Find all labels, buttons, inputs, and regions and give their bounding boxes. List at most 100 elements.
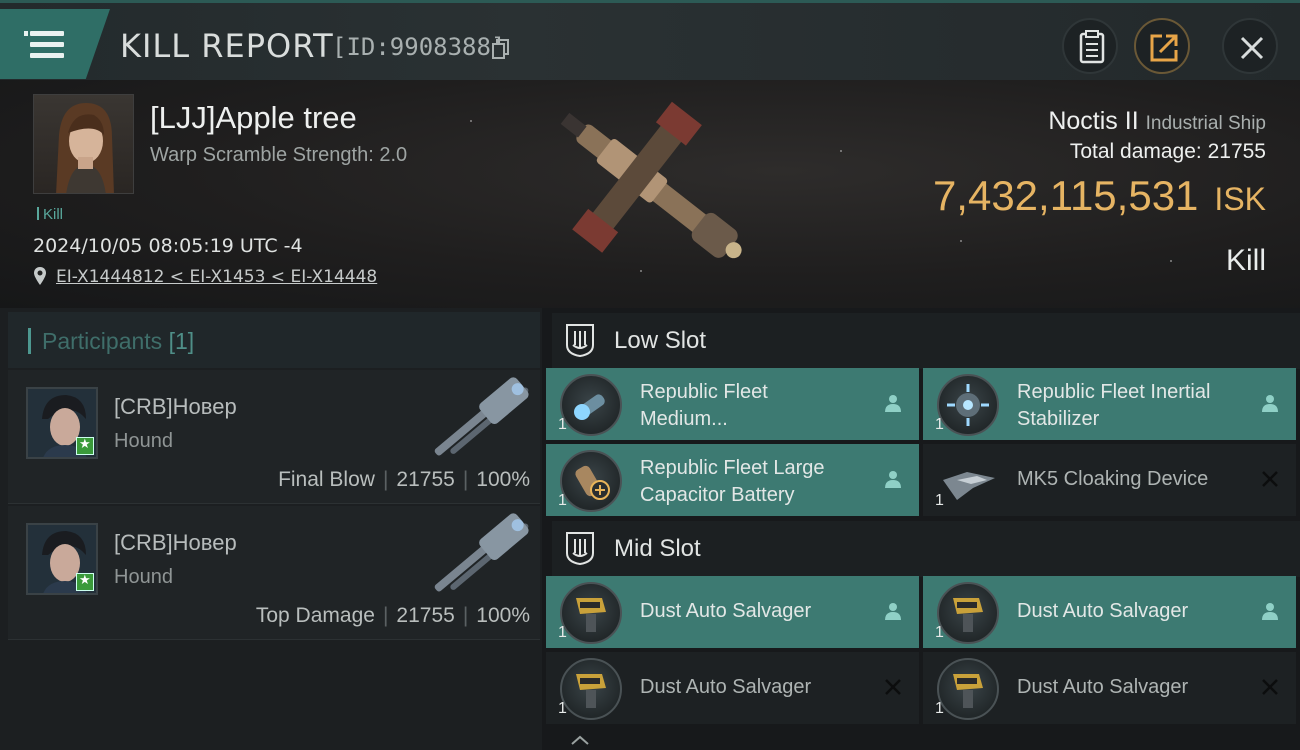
dropped-person-icon	[1262, 395, 1278, 412]
mid-slot-title: Mid Slot	[614, 535, 701, 562]
capacitor-battery-icon	[575, 465, 610, 500]
participant-name: [CRB]Новер	[114, 530, 237, 555]
low-slot-icon	[566, 324, 594, 357]
participants-panel: Participants [1] [CRB]Новер Hound Fi	[0, 308, 542, 750]
separator: |	[462, 468, 469, 491]
result-label: Kill	[1225, 244, 1266, 277]
victim-name: [LJJ]Apple tree	[150, 100, 357, 135]
module-icon	[560, 658, 622, 720]
menu-icon-bar	[30, 42, 64, 47]
participant-name: [CRB]Новер	[114, 394, 237, 419]
star	[470, 120, 472, 122]
menu-icon	[24, 31, 64, 36]
separator: |	[382, 604, 389, 627]
participant-role: Top Damage	[255, 604, 375, 627]
participant-row[interactable]: [CRB]Новер Hound Final Blow | 21755 | 100%	[8, 370, 540, 504]
ship-name: Noctis II Industrial Ship	[1048, 107, 1266, 136]
participant-damage: 21755	[396, 604, 455, 627]
isk-amount: 7,432,115,531	[932, 172, 1199, 219]
isk-value: 7,432,115,531 ISK	[933, 172, 1266, 220]
share-button[interactable]	[1134, 18, 1190, 74]
star	[840, 150, 842, 152]
module-quantity: 1	[935, 624, 944, 641]
module-name-line: Republic Fleet Large	[640, 457, 825, 479]
destroyed-x-icon	[885, 679, 901, 695]
salvager-icon	[953, 598, 983, 632]
damage-control-icon	[574, 394, 605, 420]
participant-role: Final Blow	[278, 468, 375, 491]
total-damage-label: Total damage:	[1069, 140, 1202, 163]
module-icon	[560, 374, 622, 436]
module-icon	[937, 374, 999, 436]
module-item[interactable]: 1 MK5 Cloaking Device	[923, 444, 1296, 516]
victim-avatar[interactable]	[33, 94, 134, 194]
module-item[interactable]: 1 Dust Auto Salvager	[923, 576, 1296, 648]
dropped-person-icon	[1262, 603, 1278, 620]
module-name: Republic Fleet Medium...	[640, 379, 870, 433]
copy-icon[interactable]	[492, 39, 510, 59]
module-item[interactable]: 1 Dust Auto Salvager	[923, 652, 1296, 724]
module-icon	[937, 658, 999, 720]
dropped-person-icon	[885, 395, 901, 412]
module-quantity: 1	[558, 416, 567, 433]
module-icon	[560, 450, 622, 512]
module-name-line: Republic Fleet	[640, 381, 768, 403]
chevron-up-icon[interactable]	[570, 734, 590, 746]
module-quantity: 1	[558, 624, 567, 641]
module-quantity: 1	[558, 492, 567, 509]
participant-ship: Hound	[114, 566, 173, 588]
menu-icon-bar	[30, 53, 64, 58]
module-name: Dust Auto Salvager	[1017, 676, 1189, 698]
kill-timestamp: 2024/10/05 08:05:19 UTC -4	[33, 235, 303, 257]
module-item[interactable]: 1 Dust Auto Salvager	[546, 652, 919, 724]
isk-unit: ISK	[1214, 181, 1266, 217]
star-badge-icon	[76, 437, 94, 455]
victim-panel: [LJJ]Apple tree Warp Scramble Strength: …	[0, 80, 1300, 308]
module-quantity: 1	[935, 492, 944, 509]
module-name-line: Stabilizer	[1017, 408, 1100, 430]
module-item[interactable]: 1 Republic Fleet Medium...	[546, 368, 919, 440]
module-name: Dust Auto Salvager	[640, 676, 812, 698]
destroyed-x-icon	[1262, 679, 1278, 695]
location-link[interactable]: EI-X1444812 < EI-X1453 < EI-X14448	[56, 267, 377, 287]
dropped-person-icon	[885, 603, 901, 620]
clipboard-icon	[1079, 30, 1105, 64]
module-item[interactable]: 1 Republic Fleet Inertial Stabilizer	[923, 368, 1296, 440]
module-name: MK5 Cloaking Device	[1017, 468, 1209, 490]
low-slot-header: Low Slot	[552, 313, 1300, 369]
page-title: KILL REPORT	[120, 27, 334, 65]
participant-avatar[interactable]	[26, 523, 98, 595]
inertial-stabilizer-icon	[947, 384, 989, 426]
mid-slot-header: Mid Slot	[552, 521, 1300, 577]
module-item[interactable]: 1 Republic Fleet Large Capacitor Battery	[546, 444, 919, 516]
participant-stats: Final Blow | 21755 | 100%	[278, 468, 530, 492]
participants-header: Participants [1]	[8, 312, 540, 368]
star-badge-icon	[76, 573, 94, 591]
module-item[interactable]: 1 Dust Auto Salvager	[546, 576, 919, 648]
share-icon	[1150, 34, 1178, 62]
module-name-line: Medium...	[640, 408, 728, 430]
participant-row[interactable]: [CRB]Новер Hound Top Damage | 21755 | 100%	[8, 506, 540, 640]
participant-ship: Hound	[114, 430, 173, 452]
ship-name-text: Noctis II	[1048, 107, 1139, 135]
clipboard-button[interactable]	[1062, 18, 1118, 74]
salvager-icon	[576, 598, 606, 632]
module-icon	[560, 582, 622, 644]
module-quantity: 1	[935, 700, 944, 717]
menu-button[interactable]	[0, 9, 110, 79]
separator: |	[462, 604, 469, 627]
module-name: Dust Auto Salvager	[640, 600, 812, 622]
fitting-panel: Low Slot 1 Republic Fleet Medium... 1 Rep…	[542, 308, 1300, 750]
close-icon	[1240, 36, 1264, 60]
module-name-line: Capacitor Battery	[640, 484, 795, 506]
participant-percent: 100%	[476, 468, 530, 491]
module-name: Republic Fleet Large Capacitor Battery	[640, 455, 870, 509]
close-button[interactable]	[1222, 18, 1278, 74]
participants-title: Participants [1]	[28, 328, 194, 355]
participant-avatar[interactable]	[26, 387, 98, 459]
cloaking-device-icon	[943, 472, 995, 500]
module-name-line: Republic Fleet Inertial	[1017, 381, 1211, 403]
participant-ship-icon	[434, 377, 529, 456]
dropped-person-icon	[885, 471, 901, 488]
total-damage-value: 21755	[1207, 140, 1266, 163]
